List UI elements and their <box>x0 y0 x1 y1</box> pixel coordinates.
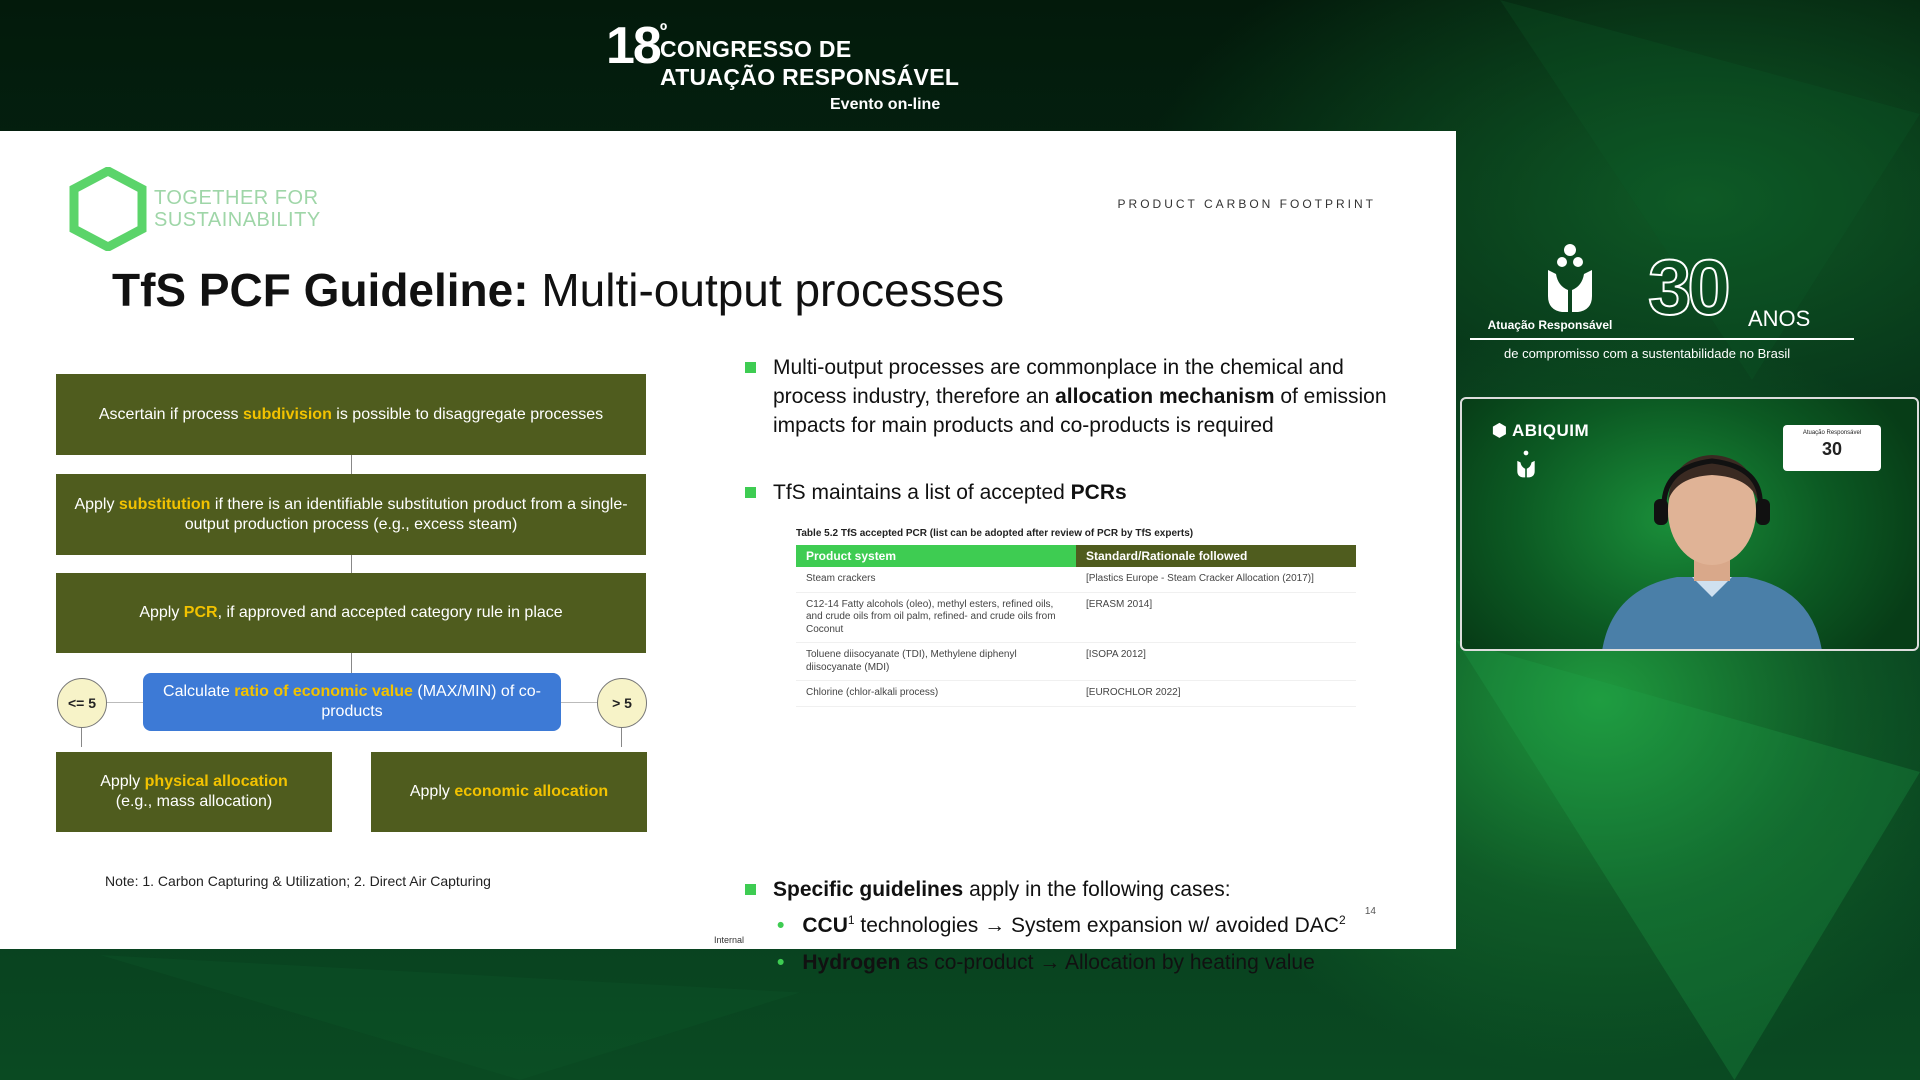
flow-step-economic-allocation: Apply economic allocation <box>371 752 647 832</box>
table-cell: [Plastics Europe - Steam Cracker Allocat… <box>1086 573 1314 584</box>
speaker-video[interactable]: ⬢ ABIQUIM Atuação Responsável 30 <box>1460 397 1919 651</box>
event-title-line1: CONGRESSO DE <box>660 36 852 62</box>
flow-step-subdivision: Ascertain if process subdivision is poss… <box>56 374 646 455</box>
anniversary-branding: Atuação Responsável 30 ANOS de compromis… <box>1470 240 1860 370</box>
table-header: Product system Standard/Rationale follow… <box>796 545 1356 567</box>
slide-page-number: 14 <box>1364 906 1376 917</box>
sub-bullet-hydrogen: • Hydrogen as co-product → Allocation by … <box>777 951 1315 974</box>
anniversary-anos: ANOS <box>1748 306 1811 331</box>
flow-step-pcr: Apply PCR, if approved and accepted cate… <box>56 573 646 653</box>
table-cell: Chlorine (chlor-alkali process) <box>806 687 939 698</box>
footnote: Note: 1. Carbon Capturing & Utilization;… <box>105 873 491 889</box>
flow-connector <box>351 653 352 673</box>
flow-connector <box>621 727 622 747</box>
bullet-square-icon <box>745 884 756 895</box>
event-title-line2: ATUAÇÃO RESPONSÁVEL <box>660 64 960 90</box>
bullet-square-icon <box>745 487 756 498</box>
event-subtitle: Evento on-line <box>830 96 941 113</box>
hexagon-logo-icon <box>69 167 147 251</box>
slide-title: TfS PCF Guideline: Multi-output processe… <box>112 264 1005 316</box>
event-header: 18º CONGRESSO DE ATUAÇÃO RESPONSÁVEL Eve… <box>600 14 980 124</box>
condition-less-equal-5: <= 5 <box>57 678 107 728</box>
bg-facet <box>100 955 800 1080</box>
sub-bullet-dot-icon: • <box>777 914 785 937</box>
bullet-square-icon <box>745 362 756 373</box>
section-label: PRODUCT CARBON FOOTPRINT <box>1117 197 1376 211</box>
bg-facet <box>1456 640 1920 1080</box>
table-header-standard: Standard/Rationale followed <box>1076 545 1356 567</box>
flow-connector <box>81 727 82 747</box>
logo-text-line2: SUSTAINABILITY <box>154 209 321 231</box>
table-row: C12-14 Fatty alcohols (oleo), methyl est… <box>796 593 1356 643</box>
pcr-table: Table 5.2 TfS accepted PCR (list can be … <box>796 528 1356 707</box>
table-cell: Steam crackers <box>806 573 876 584</box>
flow-step-substitution: Apply substitution if there is an identi… <box>56 474 646 555</box>
anniversary-subtitle: de compromisso com a sustentabilidade no… <box>1504 346 1791 361</box>
anniversary-number: 30 <box>1647 242 1732 332</box>
table-cell: Toluene diisocyanate (TDI), Methylene di… <box>806 649 1017 673</box>
table-cell: [ERASM 2014] <box>1086 598 1153 610</box>
event-number: 18º <box>606 17 667 75</box>
table-cell: [ISOPA 2012] <box>1086 649 1146 660</box>
table-header-product-system: Product system <box>796 545 1076 567</box>
flow-connector <box>105 702 143 703</box>
flow-step-calculate-ratio: Calculate ratio of economic value (MAX/M… <box>143 673 561 731</box>
speaker-person-icon <box>1602 455 1822 649</box>
sub-bullet-dot-icon: • <box>777 951 785 974</box>
flow-connector <box>561 702 597 703</box>
table-cell: [EUROCHLOR 2022] <box>1086 687 1181 698</box>
anniversary-divider <box>1470 338 1854 340</box>
table-caption: Table 5.2 TfS accepted PCR (list can be … <box>796 528 1194 539</box>
table-row: Toluene diisocyanate (TDI), Methylene di… <box>796 643 1356 681</box>
table-cell: C12-14 Fatty alcohols (oleo), methyl est… <box>806 598 1056 635</box>
condition-greater-5: > 5 <box>597 678 647 728</box>
abiquim-logo: ⬢ ABIQUIM <box>1492 421 1590 440</box>
flow-step-physical-allocation: Apply physical allocation (e.g., mass al… <box>56 752 332 832</box>
tfs-logo: TOGETHER FOR SUSTAINABILITY <box>68 167 328 257</box>
hands-logo-icon <box>1517 450 1535 478</box>
anniversary-brand: Atuação Responsável <box>1487 318 1613 332</box>
hands-logo-icon <box>1548 244 1592 312</box>
logo-text-line1: TOGETHER FOR <box>154 187 319 209</box>
sub-bullet-ccu: • CCU1 technologies → System expansion w/… <box>777 913 1346 937</box>
table-row: Steam crackers [Plastics Europe - Steam … <box>796 567 1356 593</box>
presentation-slide: TOGETHER FOR SUSTAINABILITY PRODUCT CARB… <box>0 131 1456 974</box>
table-row: Chlorine (chlor-alkali process) [EUROCHL… <box>796 681 1356 707</box>
small-hands-logo <box>1514 449 1538 481</box>
classification-label: Internal <box>714 935 745 945</box>
